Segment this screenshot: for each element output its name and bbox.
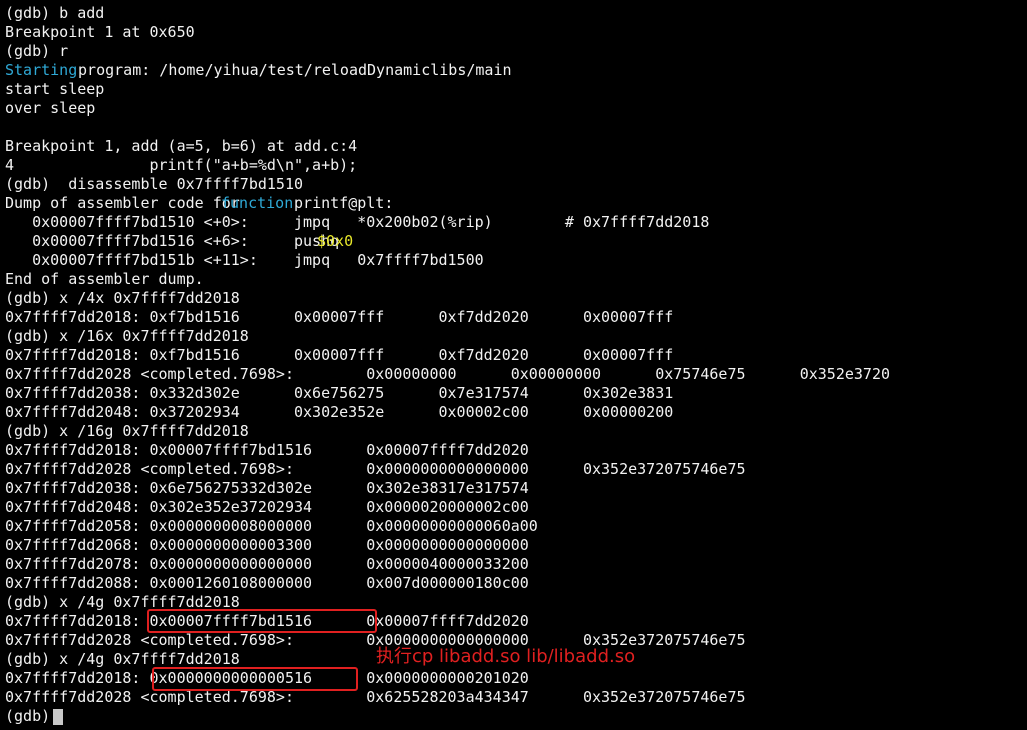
terminal-text: 0x7ffff7dd2048: 0x302e352e37202934 0x000… [5,498,529,516]
annotation-text: 执行cp libadd.so lib/libadd.so [376,646,636,667]
cursor-block [53,709,63,725]
terminal-text: 0x7ffff7dd2028 <completed.7698>: 0x00000… [5,460,746,478]
terminal-text: 0x7ffff7dd2038: 0x6e756275332d302e 0x302… [5,479,529,497]
terminal-text: 0x7ffff7dd2088: 0x0001260108000000 0x007… [5,574,529,592]
terminal-text: 0x00007ffff7bd151b <+11>: jmpq 0x7ffff7b… [5,251,484,269]
terminal-text: 0x7ffff7dd2078: 0x0000000000000000 0x000… [5,555,529,573]
terminal-text: Breakpoint 1 at 0x650 [5,23,195,41]
terminal-text: 0x7ffff7dd2018: 0xf7bd1516 0x00007fff 0x… [5,308,674,326]
terminal-text: 0x7ffff7dd2018: 0x00007ffff7bd1516 0x000… [5,441,529,459]
terminal-text: 0x7ffff7dd2068: 0x0000000000003300 0x000… [5,536,529,554]
terminal-text: 0x7ffff7dd2018: 0xf7bd1516 0x00007fff 0x… [5,346,674,364]
terminal-text: printf@plt: [285,194,394,212]
terminal-text: 0x00007ffff7bd1510 <+0>: jmpq *0x200b02(… [5,213,710,231]
terminal-text: (gdb) b add [5,4,105,22]
terminal-text: 0x7ffff7dd2038: 0x332d302e 0x6e756275 0x… [5,384,674,402]
terminal-text: 0x7ffff7dd2028 <completed.7698>: 0x62552… [5,688,746,706]
terminal-text: program: /home/yihua/test/reloadDynamicl… [69,61,512,79]
terminal-text: Starting [5,61,78,79]
terminal-text: Breakpoint 1, add (a=5, b=6) at add.c:4 [5,137,358,155]
terminal-text: 0x7ffff7dd2058: 0x0000000008000000 0x000… [5,517,538,535]
terminal-text: End of assembler dump. [5,270,204,288]
terminal-text: 0x7ffff7dd2048: 0x37202934 0x302e352e 0x… [5,403,674,421]
terminal-text: $0x0 [317,232,354,250]
terminal-text: (gdb) x /4x 0x7ffff7dd2018 [5,289,240,307]
terminal-text: 0x00007ffff7bd1516 <+6>: pushq [5,232,358,250]
terminal-text: (gdb) disassemble 0x7ffff7bd1510 [5,175,304,193]
terminal-text: Dump of assembler code for [5,194,249,212]
terminal-text: over sleep [5,99,96,117]
terminal-text: start sleep [5,80,105,98]
highlight-box-second-value [152,667,358,691]
terminal-text: (gdb) x /16g 0x7ffff7dd2018 [5,422,249,440]
terminal-text: (gdb) r [5,42,69,60]
highlight-box-first-value [147,609,377,633]
terminal-text: 0x7ffff7dd2028 <completed.7698>: 0x00000… [5,365,891,383]
terminal-text: (gdb) [5,707,60,725]
terminal-text: (gdb) x /16x 0x7ffff7dd2018 [5,327,249,345]
terminal-text: 4 printf("a+b=%d\n",a+b); [5,156,358,174]
terminal-text: function [221,194,294,212]
